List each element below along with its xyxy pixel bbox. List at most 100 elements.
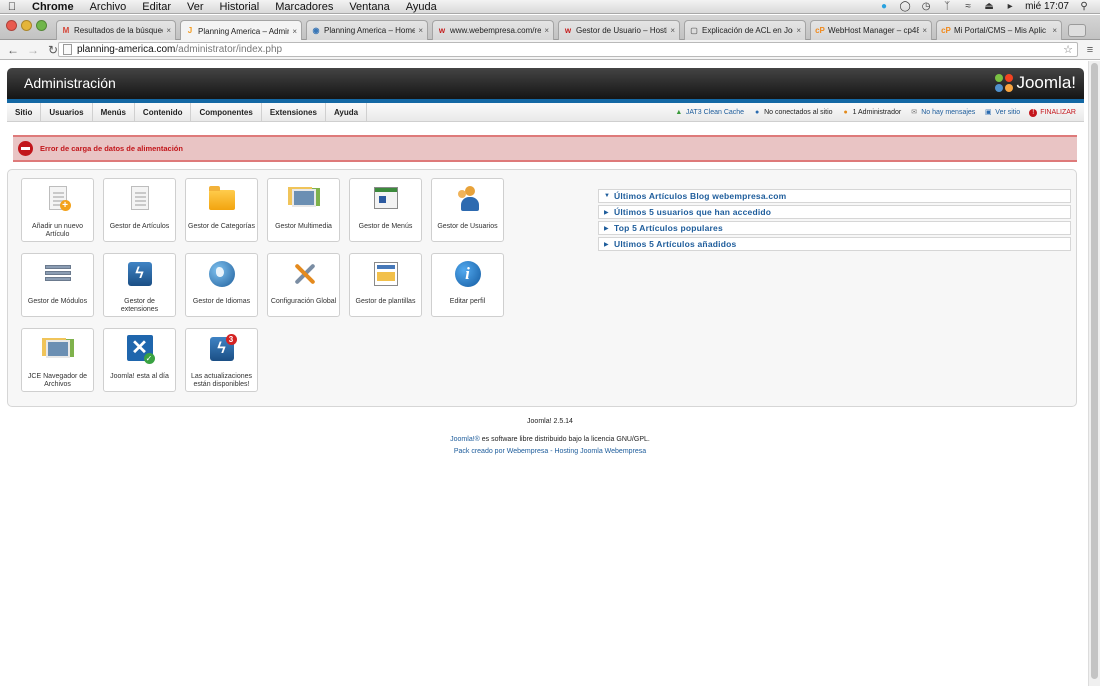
quickicon-joomla-uptodate[interactable]: ✕ ✓ Joomla! esta al día	[103, 328, 176, 392]
accordion-blog-articles[interactable]: ▼ Últimos Artículos Blog webempresa.com	[598, 189, 1071, 203]
close-window-icon[interactable]	[6, 20, 17, 31]
articles-icon	[125, 184, 155, 214]
quickicon-categories[interactable]: Gestor de Categorías	[185, 178, 258, 242]
close-tab-icon[interactable]: ×	[292, 27, 297, 36]
scrollbar-thumb[interactable]	[1091, 63, 1098, 679]
close-tab-icon[interactable]: ×	[922, 26, 927, 35]
zoom-window-icon[interactable]	[36, 20, 47, 31]
mac-menu-ver[interactable]: Ver	[179, 0, 212, 14]
menus-icon	[371, 184, 401, 214]
gmail-icon: M	[62, 25, 70, 35]
accordion-popular-articles[interactable]: ▶ Top 5 Artículos populares	[598, 221, 1071, 235]
accordion-last-users[interactable]: ▶ Últimos 5 usuarios que han accedido	[598, 205, 1071, 219]
close-tab-icon[interactable]: ×	[418, 26, 423, 35]
page-title: Administración	[24, 75, 116, 91]
close-tab-icon[interactable]: ×	[544, 26, 549, 35]
logout-link[interactable]: ! FINALIZAR	[1029, 108, 1076, 117]
cache-icon: ▲	[675, 108, 683, 116]
admin-menu-bar: Sitio Usuarios Menús Contenido Component…	[7, 103, 1084, 122]
wifi-icon[interactable]: ≈	[962, 1, 974, 12]
minimize-window-icon[interactable]	[21, 20, 32, 31]
view-site-link[interactable]: ▣ Ver sitio	[984, 109, 1020, 117]
joomla-link[interactable]: Joomla!®	[450, 436, 480, 443]
quickicon-modules[interactable]: Gestor de Módulos	[21, 253, 94, 317]
skype-icon[interactable]: ●	[878, 1, 890, 12]
menu-contenido[interactable]: Contenido	[135, 103, 192, 121]
address-bar[interactable]: planning-america.com /administrator/inde…	[58, 42, 1078, 57]
quickicon-media[interactable]: Gestor Multimedia	[267, 178, 340, 242]
update-count-badge: 3	[225, 334, 237, 345]
bookmark-star-icon[interactable]: ☆	[1063, 43, 1073, 56]
back-icon[interactable]: ←	[6, 43, 20, 57]
tab-planning-admin[interactable]: J Planning America – Admin ×	[180, 20, 302, 41]
bluetooth-icon[interactable]: ᛉ	[941, 1, 953, 12]
quickicon-global-config[interactable]: Configuración Global	[267, 253, 340, 317]
tab-gestor-usuario[interactable]: w Gestor de Usuario – Hostin ×	[558, 20, 680, 40]
mac-menu-ventana[interactable]: Ventana	[341, 0, 397, 14]
quickicon-articles[interactable]: Gestor de Artículos	[103, 178, 176, 242]
menu-ayuda[interactable]: Ayuda	[326, 103, 368, 121]
info-icon: i	[453, 259, 483, 289]
chevron-right-icon: ▶	[604, 209, 609, 216]
tools-icon	[289, 259, 319, 289]
quickicon-languages[interactable]: Gestor de Idiomas	[185, 253, 258, 317]
close-tab-icon[interactable]: ×	[1052, 26, 1057, 35]
url-path: /administrator/index.php	[175, 44, 283, 55]
menu-componentes[interactable]: Componentes	[191, 103, 262, 121]
add-article-icon: +	[43, 184, 73, 214]
mac-menu-editar[interactable]: Editar	[134, 0, 179, 14]
apple-icon[interactable]: 	[0, 1, 24, 13]
close-tab-icon[interactable]: ×	[796, 26, 801, 35]
tab-webempresa[interactable]: w www.webempresa.com/re ×	[432, 20, 554, 40]
chrome-menu-icon[interactable]: ≡	[1084, 44, 1096, 56]
tab-planning-home[interactable]: ◉ Planning America – Home ×	[306, 20, 428, 40]
quickicon-users[interactable]: Gestor de Usuarios	[431, 178, 504, 242]
clock[interactable]: mié 17:07	[1025, 1, 1069, 12]
page-icon: ▢	[690, 25, 698, 35]
joomla-brand: Joomla!	[1016, 73, 1076, 92]
admin-icon: ●	[843, 108, 848, 116]
close-tab-icon[interactable]: ×	[670, 26, 675, 35]
mac-menu-historial[interactable]: Historial	[212, 0, 268, 14]
accordion-recent-articles[interactable]: ▶ Ultimos 5 Artículos añadidos	[598, 237, 1071, 251]
spotlight-icon[interactable]: ⚲	[1078, 1, 1090, 12]
menu-menus[interactable]: Menús	[93, 103, 135, 121]
quickicon-menus[interactable]: Gestor de Menús	[349, 178, 422, 242]
menu-sitio[interactable]: Sitio	[7, 103, 42, 121]
eject-icon[interactable]: ⏏	[983, 1, 995, 12]
quickicon-templates[interactable]: Gestor de plantillas	[349, 253, 422, 317]
tab-gmail[interactable]: M Resultados de la búsqued ×	[56, 20, 176, 40]
mac-menu-archivo[interactable]: Archivo	[82, 0, 135, 14]
tab-acl[interactable]: ▢ Explicación de ACL en Joo ×	[684, 20, 806, 40]
quickicon-updates[interactable]: ϟ3 Las actualizaciones están disponibles…	[185, 328, 258, 392]
admins-status: ● 1 Administrador	[843, 108, 902, 117]
quickicon-jce-browser[interactable]: JCE Navegador de Archivos	[21, 328, 94, 392]
clean-cache-link[interactable]: ▲ JAT3 Clean Cache	[675, 109, 744, 117]
volume-icon[interactable]: ▸	[1004, 1, 1016, 12]
menu-extensiones[interactable]: Extensiones	[262, 103, 326, 121]
url-host: planning-america.com	[77, 44, 176, 55]
time-machine-icon[interactable]: ◷	[920, 1, 932, 12]
mac-menu-chrome[interactable]: Chrome	[24, 0, 82, 14]
vertical-scrollbar[interactable]	[1088, 61, 1100, 686]
mac-menu-marcadores[interactable]: Marcadores	[267, 0, 341, 14]
chat-icon[interactable]: ◯	[899, 1, 911, 12]
monitor-icon: ▣	[984, 108, 992, 116]
close-tab-icon[interactable]: ×	[166, 26, 171, 35]
tab-webhost-manager[interactable]: cP WebHost Manager – cp48 ×	[810, 20, 932, 40]
joomla-favicon-icon: J	[187, 26, 193, 35]
error-icon	[18, 141, 33, 156]
quickicon-extensions[interactable]: ϟ Gestor de extensiones	[103, 253, 176, 317]
new-tab-button[interactable]	[1068, 24, 1086, 37]
tab-mi-portal[interactable]: cP Mi Portal/CMS – Mis Aplic ×	[936, 20, 1062, 40]
mac-menu-ayuda[interactable]: Ayuda	[398, 0, 445, 14]
mail-icon: ✉	[911, 108, 918, 116]
menu-usuarios[interactable]: Usuarios	[41, 103, 93, 121]
templates-icon	[371, 259, 401, 289]
quickicon-add-article[interactable]: + Añadir un nuevo Artículo	[21, 178, 94, 242]
messages-link[interactable]: ✉ No hay mensajes	[910, 109, 975, 117]
forward-icon[interactable]: →	[26, 43, 40, 57]
webempresa-link[interactable]: Pack creado por Webempresa - Hosting Joo…	[454, 448, 646, 455]
quickicon-edit-profile[interactable]: i Editar perfil	[431, 253, 504, 317]
chevron-right-icon: ▶	[604, 241, 609, 248]
